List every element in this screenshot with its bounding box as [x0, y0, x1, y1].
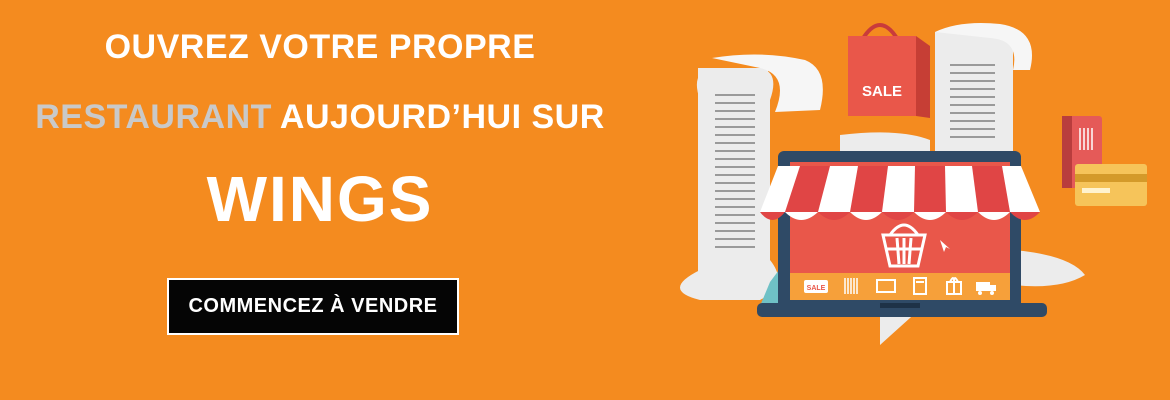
sale-tag-icon: SALE: [804, 280, 828, 293]
tag-sale-label: SALE: [807, 285, 826, 292]
shopping-bag-icon: SALE: [848, 23, 930, 118]
headline-line-2-rest: AUJOURD’HUI SUR: [279, 98, 605, 136]
credit-card-icon: [1062, 116, 1147, 206]
ecommerce-illustration: SALE SALE: [680, 23, 1147, 345]
start-selling-button[interactable]: COMMENCEZ À VENDRE: [167, 278, 459, 335]
promo-banner: OUVREZ VOTRE PROPRE RESTAURANT AUJOURD’HU…: [0, 0, 1170, 400]
headline-block: OUVREZ VOTRE PROPRE RESTAURANT AUJOURD’HU…: [0, 0, 660, 400]
headline-line-2: RESTAURANT AUJOURD’HUI SUR: [0, 98, 640, 137]
headline-highlight: RESTAURANT: [35, 98, 272, 136]
laptop: SALE: [757, 151, 1047, 317]
brand-name: WINGS: [206, 163, 434, 235]
bag-sale-label: SALE: [862, 83, 902, 100]
headline-line-1: OUVREZ VOTRE PROPRE: [104, 28, 536, 66]
shop-awning: [760, 166, 1040, 220]
